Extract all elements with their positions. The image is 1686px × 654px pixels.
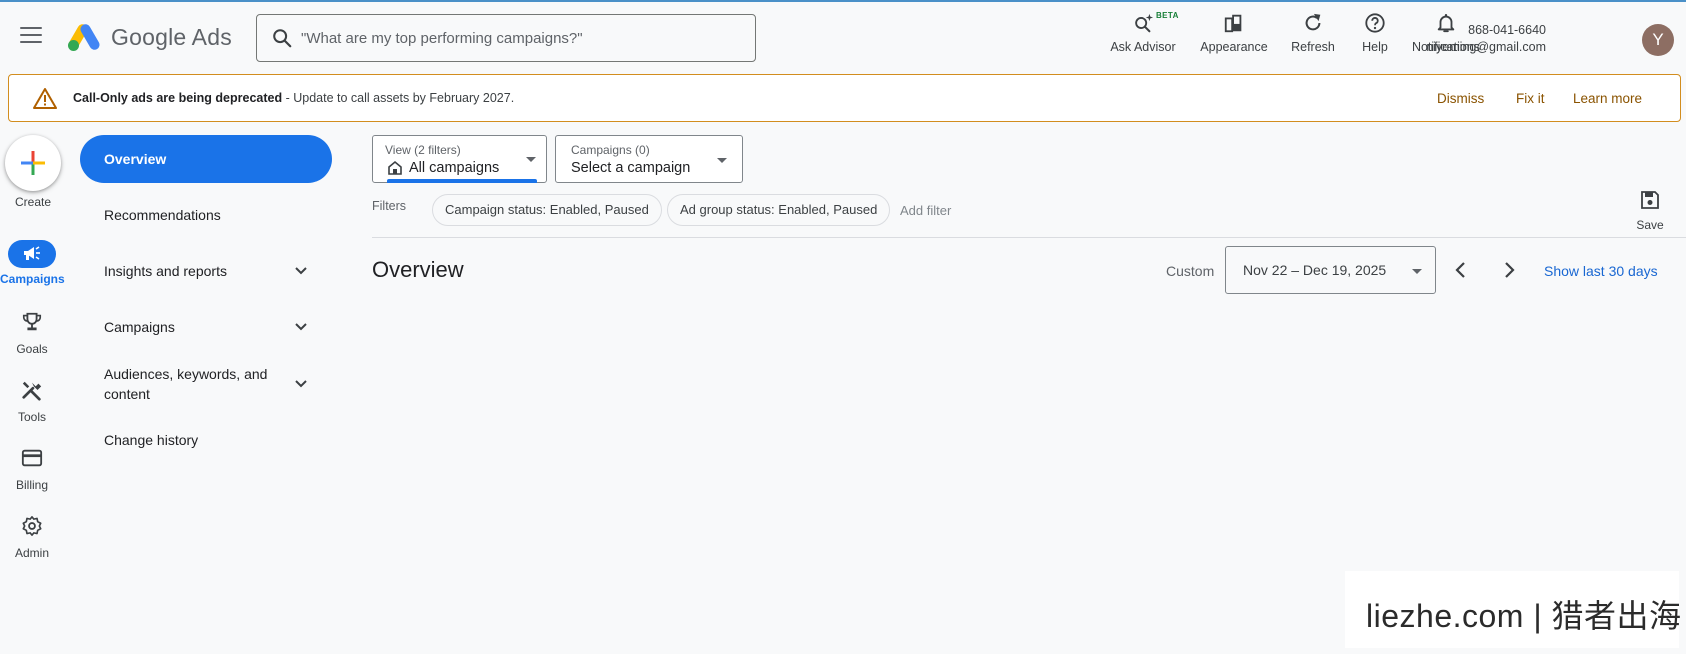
rail-campaigns[interactable]: Campaigns xyxy=(0,240,65,286)
fix-it-button[interactable]: Fix it xyxy=(1516,91,1545,106)
search-icon xyxy=(273,29,292,48)
deprecation-banner: Call-Only ads are being deprecated - Upd… xyxy=(8,74,1681,122)
store-icon xyxy=(388,160,402,175)
nav-change-history-label: Change history xyxy=(104,432,199,448)
caret-down-icon xyxy=(526,157,536,162)
search-input[interactable] xyxy=(301,15,741,61)
filters-label: Filters xyxy=(372,199,407,213)
save-button[interactable]: Save xyxy=(1632,190,1668,232)
campaign-selector-value: Select a campaign xyxy=(571,160,691,176)
create-button[interactable] xyxy=(5,135,61,191)
menu-icon[interactable] xyxy=(20,27,42,45)
divider xyxy=(372,237,1686,238)
caret-down-icon xyxy=(1412,269,1422,274)
account-email: niyeming@gmail.com xyxy=(1426,40,1546,54)
trophy-icon xyxy=(22,312,42,331)
caret-down-icon xyxy=(717,158,727,163)
megaphone-icon xyxy=(24,246,40,260)
help-button[interactable]: Help xyxy=(1353,12,1397,60)
campaign-selector-label: Campaigns (0) xyxy=(571,143,650,157)
search-box[interactable] xyxy=(256,14,756,62)
appearance-label: Appearance xyxy=(1200,40,1268,54)
learn-more-link[interactable]: Learn more xyxy=(1573,91,1642,106)
add-filter-button[interactable]: Add filter xyxy=(900,203,951,218)
view-selector-label: View (2 filters) xyxy=(385,143,461,157)
nav-overview[interactable]: Overview xyxy=(80,135,332,183)
warning-icon xyxy=(33,88,57,109)
filter-chip-campaign-status[interactable]: Campaign status: Enabled, Paused xyxy=(432,194,662,226)
nav-insights[interactable]: Insights and reports xyxy=(80,263,332,279)
refresh-icon xyxy=(1305,13,1321,31)
account-info[interactable]: 868-041-6640 niyeming@gmail.com xyxy=(1426,22,1546,56)
help-icon xyxy=(1365,13,1385,33)
avatar[interactable]: Y xyxy=(1642,24,1674,56)
date-mode-label: Custom xyxy=(1166,263,1215,279)
watermark: liezhe.com | 猎者出海 xyxy=(1345,571,1682,648)
date-range-value: Nov 22 – Dec 19, 2025 xyxy=(1243,262,1387,278)
rail-goals[interactable]: Goals xyxy=(0,311,64,356)
chevron-down-icon xyxy=(295,323,307,331)
date-range-picker[interactable]: Nov 22 – Dec 19, 2025 xyxy=(1225,246,1436,294)
save-icon xyxy=(1641,191,1659,209)
show-last-30-days-link[interactable]: Show last 30 days xyxy=(1544,263,1658,279)
nav-recommendations[interactable]: Recommendations xyxy=(80,207,332,223)
chevron-down-icon xyxy=(295,267,307,275)
nav-change-history[interactable]: Change history xyxy=(80,432,332,448)
account-id: 868-041-6640 xyxy=(1468,23,1546,37)
refresh-button[interactable]: Refresh xyxy=(1287,12,1339,60)
plus-icon xyxy=(21,151,45,175)
save-label: Save xyxy=(1636,218,1664,232)
filter-chip-adgroup-status[interactable]: Ad group status: Enabled, Paused xyxy=(667,194,891,226)
view-selector-value: All campaigns xyxy=(409,160,500,176)
page-title: Overview xyxy=(372,257,464,282)
google-ads-logo xyxy=(68,24,100,51)
appearance-icon xyxy=(1224,14,1242,33)
app-header: Google Ads BETA Ask Advisor Appearance R… xyxy=(0,2,1686,74)
tools-icon xyxy=(22,381,42,401)
rail-admin[interactable]: Admin xyxy=(0,515,64,560)
help-label: Help xyxy=(1362,40,1388,54)
campaigns-pill xyxy=(8,240,56,268)
sparkle-search-icon xyxy=(1135,13,1154,33)
rail-billing[interactable]: Billing xyxy=(0,447,64,492)
view-selector-underline xyxy=(387,179,537,183)
credit-card-icon xyxy=(21,449,43,467)
chevron-left-icon[interactable] xyxy=(1450,259,1472,281)
ask-advisor-label: Ask Advisor xyxy=(1110,40,1176,54)
app-name: Google Ads xyxy=(111,24,232,50)
rail-billing-label: Billing xyxy=(15,478,48,492)
nav-recommendations-label: Recommendations xyxy=(104,207,221,223)
nav-insights-label: Insights and reports xyxy=(104,263,227,279)
nav-campaigns-label: Campaigns xyxy=(104,319,175,335)
banner-title: Call-Only ads are being deprecated xyxy=(73,91,283,105)
ask-advisor-button[interactable]: BETA Ask Advisor xyxy=(1105,11,1181,60)
nav-audiences[interactable]: Audiences, keywords, and content xyxy=(80,364,332,404)
chevron-right-icon[interactable] xyxy=(1498,259,1520,281)
nav-campaigns[interactable]: Campaigns xyxy=(80,319,332,335)
create-label: Create xyxy=(14,195,52,209)
campaign-selector[interactable]: Campaigns (0) Select a campaign xyxy=(555,135,743,183)
chevron-down-icon xyxy=(295,380,307,388)
rail-tools-label: Tools xyxy=(17,410,46,424)
banner-message: Call-Only ads are being deprecated - Upd… xyxy=(73,91,514,105)
dismiss-button[interactable]: Dismiss xyxy=(1437,91,1484,106)
nav-audiences-label: Audiences, keywords, and content xyxy=(104,366,268,402)
appearance-button[interactable]: Appearance xyxy=(1196,12,1272,60)
rail-tools[interactable]: Tools xyxy=(0,379,64,424)
rail-goals-label: Goals xyxy=(16,342,48,356)
refresh-label: Refresh xyxy=(1291,40,1335,54)
rail-campaigns-label: Campaigns xyxy=(0,272,65,286)
view-selector[interactable]: View (2 filters) All campaigns xyxy=(372,135,547,183)
beta-badge: BETA xyxy=(1156,11,1179,20)
rail-admin-label: Admin xyxy=(14,546,49,560)
banner-text: - Update to call assets by February 2027… xyxy=(282,91,515,105)
gear-icon xyxy=(22,516,42,536)
watermark-text: liezhe.com | 猎者出海 xyxy=(1366,598,1682,634)
